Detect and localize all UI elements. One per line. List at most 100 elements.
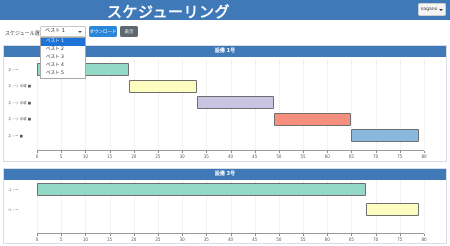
x-tick <box>399 151 401 153</box>
page-title: スケジューリング <box>107 3 230 21</box>
schedule-select-label: スケジュール選択 <box>5 31 45 37</box>
x-axis <box>37 233 424 234</box>
gantt-bar[interactable] <box>37 183 366 196</box>
display-button[interactable]: 表示 <box>120 26 138 37</box>
x-tick <box>37 151 38 153</box>
x-tick <box>230 234 232 236</box>
schedule-option[interactable]: ベスト 5 <box>41 70 85 78</box>
row-label: ネ・リ 半導 ■ <box>8 84 32 88</box>
x-tick-label: 15 <box>107 154 113 159</box>
gridline <box>303 60 305 150</box>
x-tick-label: 75 <box>397 237 403 242</box>
gantt-bar[interactable] <box>351 129 420 142</box>
schedule-select-value: ベスト 1 <box>45 28 65 34</box>
x-tick <box>206 234 208 236</box>
x-tick <box>157 234 159 236</box>
row-label: ネ・ー <box>8 67 19 72</box>
x-tick-label: 70 <box>373 237 379 242</box>
x-tick-label: 45 <box>252 154 258 159</box>
row-label: ネ・リ 半導 ■ <box>8 100 32 105</box>
app-header: スケジューリング nagano <box>0 0 450 21</box>
gridline <box>182 60 184 150</box>
x-tick <box>182 151 184 153</box>
x-tick <box>109 151 111 153</box>
x-tick <box>351 234 353 236</box>
x-tick-label: 60 <box>324 237 330 242</box>
x-tick-label: 0 <box>35 154 39 159</box>
x-tick-label: 5 <box>59 154 63 159</box>
x-tick-label: 10 <box>82 237 88 242</box>
x-tick <box>182 234 184 236</box>
x-tick <box>37 234 38 236</box>
x-tick-label: 45 <box>252 237 258 242</box>
x-tick-label: 25 <box>155 237 161 242</box>
x-tick-label: 20 <box>131 237 137 242</box>
gantt-bar[interactable] <box>196 96 275 109</box>
gridline <box>424 60 425 150</box>
x-tick <box>303 151 305 153</box>
gantt-bar[interactable] <box>365 203 420 216</box>
equipment-3-panel: 設備 3号 0 5 10 15 20 25 30 35 40 45 50 55 60 65 70 75 80 ユ・… <box>3 168 447 244</box>
x-tick-label: 15 <box>107 237 113 242</box>
row-label: ユ・ー <box>8 187 19 192</box>
row-label: ネ・リ 半導 ■ <box>8 117 32 121</box>
x-tick-label: 75 <box>397 154 403 159</box>
gantt-bar[interactable] <box>274 112 352 126</box>
schedule-option[interactable]: ベスト 3 <box>41 54 85 62</box>
x-tick <box>85 234 87 236</box>
gridline <box>424 180 425 233</box>
schedule-dropdown: ベスト 1 ベスト 2 ベスト 3 ベスト 4 ベスト 5 <box>40 37 86 79</box>
schedule-option[interactable]: ベスト 4 <box>41 62 85 70</box>
x-tick <box>109 234 111 236</box>
x-tick <box>424 151 425 153</box>
x-tick <box>230 151 232 153</box>
x-tick-label: 35 <box>203 154 209 159</box>
schedule-option[interactable]: ベスト 1 <box>41 38 85 46</box>
x-tick <box>206 151 208 153</box>
x-tick-label: 80 <box>421 154 427 159</box>
x-tick <box>254 151 256 153</box>
x-tick-label: 30 <box>179 237 185 242</box>
x-tick <box>375 234 377 236</box>
gantt-bar[interactable] <box>128 79 197 93</box>
user-name: nagano <box>420 7 438 12</box>
x-tick-label: 70 <box>373 154 379 159</box>
x-tick-label: 55 <box>300 237 306 242</box>
x-tick <box>375 151 377 153</box>
x-tick <box>254 234 256 236</box>
gridline <box>327 60 329 150</box>
x-tick-label: 80 <box>421 237 427 242</box>
user-menu-button[interactable]: nagano <box>418 3 446 16</box>
x-tick-label: 40 <box>227 237 234 242</box>
x-tick-label: 55 <box>300 154 306 159</box>
x-tick <box>278 234 280 236</box>
gridline <box>157 60 159 150</box>
x-tick <box>399 234 401 236</box>
schedule-select[interactable]: ベスト 1 <box>40 26 86 37</box>
x-tick-label: 35 <box>203 237 209 242</box>
chevron-down-icon <box>78 30 82 33</box>
x-axis <box>37 150 424 151</box>
row-label: ネ・ー ■ <box>8 133 23 138</box>
x-tick <box>133 234 135 236</box>
x-tick <box>327 234 329 236</box>
download-button[interactable]: ダウンロード <box>89 26 117 37</box>
gridline <box>133 60 135 150</box>
x-tick-label: 50 <box>276 154 282 159</box>
x-tick-label: 25 <box>155 154 161 159</box>
x-tick-label: 40 <box>227 154 234 159</box>
x-tick <box>157 151 159 153</box>
x-tick-label: 20 <box>131 154 137 159</box>
row-label: ヘ・ー <box>8 207 19 212</box>
x-tick <box>424 234 425 236</box>
x-tick <box>278 151 280 153</box>
x-tick-label: 10 <box>82 154 88 159</box>
caret-down-icon <box>439 8 444 11</box>
x-tick-label: 60 <box>324 154 330 159</box>
x-tick <box>303 234 305 236</box>
x-tick <box>327 151 329 153</box>
x-tick-label: 5 <box>59 237 63 242</box>
gridline <box>278 60 280 150</box>
schedule-option[interactable]: ベスト 2 <box>41 46 85 54</box>
x-tick-label: 50 <box>276 237 282 242</box>
